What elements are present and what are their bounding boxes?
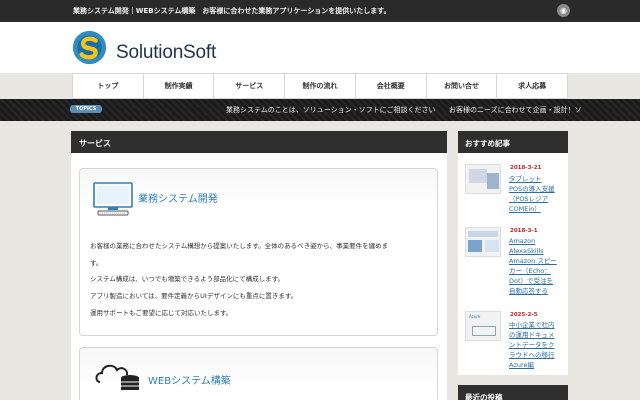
sidebar-recent: 最近の投稿 (458, 385, 568, 400)
service-card: WEBシステム構築 (79, 347, 438, 400)
rss-icon[interactable]: ◉ (557, 4, 570, 17)
post-date: 2018-3-1 (510, 228, 538, 234)
post-title[interactable]: Amazon AlexaSkills Amazon スピー カー（Echo： Dot）で… (509, 236, 565, 296)
card-text: す。 (90, 259, 103, 267)
card-text: 運用サポートもご要望に応じて対応いたします。 (90, 309, 233, 317)
main-nav: トップ 制作実績 サービス 制作の流れ 会社概要 お問い合せ 求人応募 (72, 73, 569, 99)
site-tagline: 業務システム開発｜WEBシステム構築 お客様に合わせた業務アプリケーションを提供… (73, 7, 391, 15)
section-title: サービス (71, 131, 447, 153)
card-text: アプリ製造においては、要件定義からUIデザインにも重点に置きます。 (90, 292, 298, 300)
post-thumbnail[interactable] (465, 164, 501, 194)
card-text: お客様の業務に合わせたシステム構想から提案いたします。全体のあるべき姿から、事業… (90, 242, 389, 250)
topics-badge: TOPICS (70, 105, 102, 113)
nav-item-top[interactable]: トップ (72, 74, 143, 98)
service-card: 業務システム開発 お客様の業務に合わせたシステム構想から提案いたします。全体のあ… (79, 168, 438, 336)
sidebar-title: おすすめ記事 (458, 131, 568, 153)
card-heading[interactable]: WEBシステム構築 (148, 372, 231, 387)
nav-item-contact[interactable]: お問い合せ (425, 74, 497, 98)
topics-ticker: TOPICS 業務システムのことは、ソリューション・ソフトにご相談ください お客… (0, 99, 640, 121)
top-bar: 業務システム開発｜WEBシステム構築 お客様に合わせた業務アプリケーションを提供… (0, 0, 640, 22)
main-content: サービス 業務システム開発 お客様の業務に合わせたシステム構想から提案いたします… (71, 131, 447, 400)
post-thumbnail[interactable] (465, 227, 501, 257)
post-title[interactable]: タブレット POSの導入支援 （POSレジア COMEin） (509, 174, 565, 214)
nav-item-works[interactable]: 制作実績 (142, 74, 214, 98)
post-thumbnail[interactable]: Azure (465, 311, 501, 341)
post-date: 2018-3-21 (510, 165, 542, 171)
sidebar-title: 最近の投稿 (458, 385, 568, 400)
nav-item-company[interactable]: 会社概要 (354, 74, 426, 98)
ticker-message[interactable]: お客様のニーズに合わせて企画・設計！ソ (449, 105, 582, 115)
monitor-icon (93, 182, 133, 216)
nav-item-recruit[interactable]: 求人応募 (496, 74, 569, 98)
site-header: SolutionSoft (0, 22, 640, 73)
logo-text[interactable]: SolutionSoft (116, 42, 216, 64)
logo-icon[interactable] (72, 30, 107, 65)
cloud-database-icon (95, 364, 139, 390)
ticker-message[interactable]: 業務システムのことは、ソリューション・ソフトにご相談ください (226, 105, 436, 115)
card-text: システム構成は、いつでも増築できるよう部品化にて構成します。 (90, 275, 285, 283)
post-date: 2025-2-5 (510, 312, 538, 318)
post-title[interactable]: 中小企業で社内 の運用ドキュメ ントデータをク ラウドへの移行 Azure編 (509, 320, 565, 370)
nav-item-services[interactable]: サービス (213, 74, 284, 98)
sidebar-recommended: おすすめ記事 2018-3-21 タブレット POSの導入支援 （POSレジア COM… (458, 131, 568, 375)
card-heading[interactable]: 業務システム開発 (138, 190, 218, 205)
nav-item-flow[interactable]: 制作の流れ (284, 74, 355, 98)
